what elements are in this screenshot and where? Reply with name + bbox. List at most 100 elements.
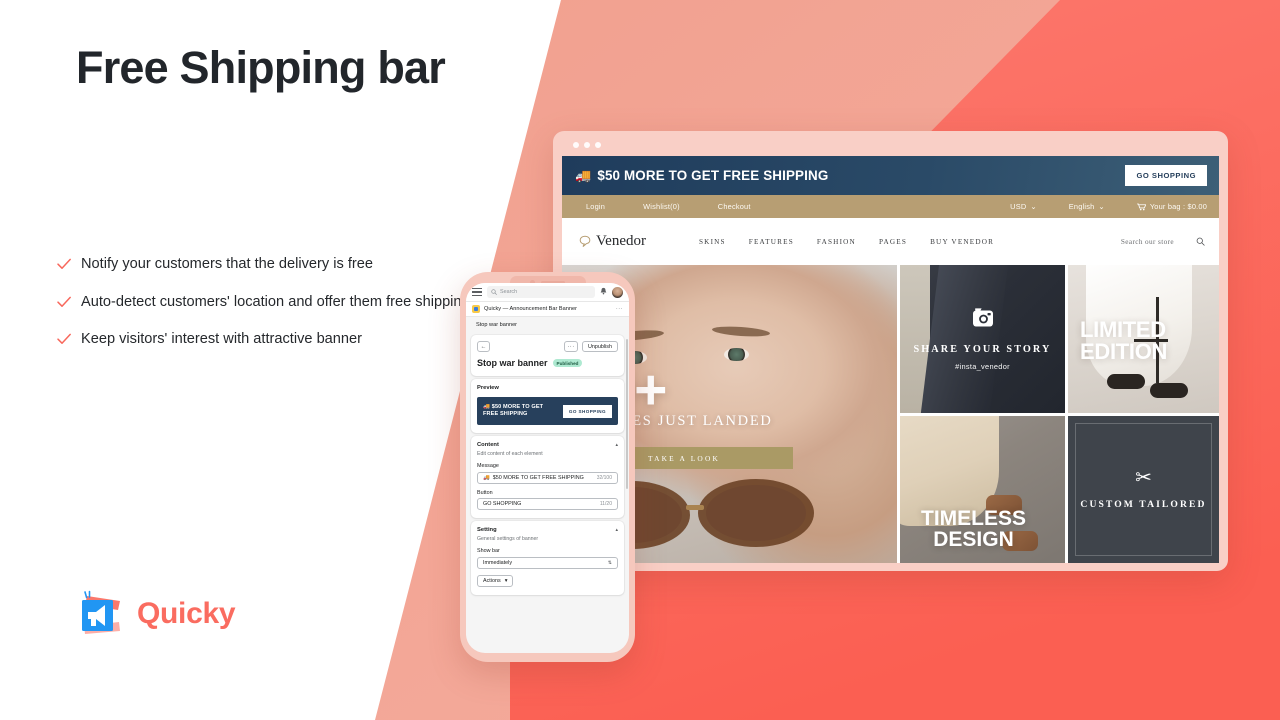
avatar[interactable]: [612, 286, 623, 298]
message-input[interactable]: 🚚 $50 MORE TO GET FREE SHIPPING 32/100: [477, 471, 618, 484]
chevron-down-icon: ⌄: [1098, 202, 1105, 211]
button-field-label: Button: [477, 489, 493, 496]
bell-icon[interactable]: [600, 287, 607, 297]
button-input-value: GO SHOPPING: [483, 501, 522, 507]
store-logo-text: Venedor: [596, 233, 646, 249]
scrollbar[interactable]: [625, 339, 628, 489]
show-bar-label: Show bar: [477, 548, 500, 554]
window-dot[interactable]: [595, 142, 601, 148]
tile-limited-edition[interactable]: LIMITED EDITION: [1068, 265, 1219, 413]
ellipsis-icon[interactable]: ···: [616, 306, 623, 312]
tile-timeless-design[interactable]: TIMELESS DESIGN: [900, 415, 1065, 563]
banner-preview: 🚚 $50 MORE TO GET FREE SHIPPING GO SHOPP…: [477, 397, 618, 425]
content-section-title: Content: [477, 442, 499, 448]
hero-tiles: SHARE YOUR STORY #insta_venedor LIMITED: [900, 265, 1219, 563]
store-menu: SKINS FEATURES FASHION PAGES BUY VENEDOR: [699, 238, 994, 246]
currency-selector[interactable]: USD ⌄: [1010, 202, 1037, 211]
preview-card: Preview 🚚 $50 MORE TO GET FREE SHIPPING …: [471, 379, 624, 433]
tile-title: LIMITED EDITION: [1080, 318, 1168, 365]
chevron-down-icon: ▾: [504, 577, 508, 584]
cart-icon: [1136, 203, 1146, 210]
content-card: Content Edit content of each element ▴ M…: [471, 436, 624, 518]
preview-cta-button[interactable]: GO SHOPPING: [562, 404, 612, 418]
left-content-column: Free Shipping bar Notify your customers …: [0, 0, 520, 720]
unpublish-button[interactable]: Unpublish: [582, 341, 618, 352]
nav-item-pages[interactable]: PAGES: [879, 238, 907, 246]
phone-mockup: Search Quicky — Announcement Bar Banner …: [460, 272, 635, 662]
page-title: Free Shipping bar: [76, 42, 446, 93]
tile-title-line2: EDITION: [1080, 339, 1168, 365]
venedor-mark-icon: [579, 235, 591, 247]
chevron-up-icon[interactable]: ▴: [615, 442, 618, 448]
list-item-label: Keep visitors' interest with attractive …: [81, 331, 363, 348]
nav-item-fashion[interactable]: FASHION: [817, 238, 856, 246]
tile-title: SHARE YOUR STORY: [913, 343, 1052, 355]
phone-screen: Search Quicky — Announcement Bar Banner …: [466, 283, 629, 653]
hero-tiles-row-bottom: TIMELESS DESIGN ✂ CUSTOM TAILORED: [900, 415, 1219, 563]
tile-title-line1: TIMELESS: [921, 506, 1027, 530]
language-selector[interactable]: English ⌄: [1069, 202, 1105, 211]
search-icon[interactable]: [1196, 237, 1205, 246]
brand-name: Quicky: [137, 597, 236, 630]
search-icon: [491, 289, 497, 295]
login-link[interactable]: Login: [586, 202, 605, 211]
cart-summary[interactable]: Your bag : $0.00: [1136, 202, 1207, 211]
page-action-row: ← ··· Unpublish: [477, 341, 618, 352]
breadcrumb[interactable]: Stop war banner: [466, 317, 629, 332]
setting-card: Setting General settings of banner ▴ Sho…: [471, 521, 624, 595]
check-icon: [56, 256, 72, 272]
feature-list: Notify your customers that the delivery …: [56, 254, 476, 367]
store-search-placeholder: Search our store: [1120, 237, 1174, 246]
brand-logo: Quicky: [74, 588, 236, 640]
currency-label: USD: [1010, 202, 1027, 211]
preview-message-text1: $50 MORE TO GET: [491, 404, 544, 411]
setting-section-subtitle: General settings of banner: [477, 536, 539, 542]
list-item-label: Notify your customers that the delivery …: [81, 256, 373, 272]
message-field-label: Message: [477, 463, 499, 469]
wishlist-link[interactable]: Wishlist(0): [643, 202, 680, 211]
list-item-label: Auto-detect customers' location and offe…: [81, 293, 470, 310]
truck-icon: 🚚: [483, 474, 490, 481]
button-char-counter: 11/20: [599, 501, 612, 507]
store-search[interactable]: Search our store: [1121, 237, 1205, 246]
store-logo[interactable]: Venedor: [579, 233, 646, 250]
page-title-row: Stop war banner Published: [477, 358, 618, 368]
checkout-link[interactable]: Checkout: [718, 202, 751, 211]
store-navbar: Venedor SKINS FEATURES FASHION PAGES BUY…: [562, 218, 1219, 265]
quicky-app-icon: [472, 305, 480, 313]
list-item: Keep visitors' interest with attractive …: [56, 329, 476, 350]
check-icon: [56, 331, 72, 347]
status-badge: Published: [552, 359, 583, 367]
back-arrow-icon[interactable]: ←: [477, 341, 490, 352]
nav-item-buy-venedor[interactable]: BUY VENEDOR: [930, 238, 994, 246]
go-shopping-button[interactable]: GO SHOPPING: [1125, 165, 1207, 186]
actions-button-label: Actions: [483, 577, 501, 584]
window-controls[interactable]: [562, 141, 1219, 156]
message-char-counter: 32/100: [596, 474, 612, 481]
scissors-icon: ✂: [1135, 467, 1152, 490]
tile-share-your-story[interactable]: SHARE YOUR STORY #insta_venedor: [900, 265, 1065, 413]
window-dot[interactable]: [584, 142, 590, 148]
announcement-message: 🚚 $50 MORE TO GET FREE SHIPPING: [575, 168, 828, 183]
show-bar-select[interactable]: Immediately ⇅: [477, 556, 618, 569]
nav-item-features[interactable]: FEATURES: [749, 238, 794, 246]
more-actions-button[interactable]: ···: [564, 341, 579, 352]
setting-section-title: Setting: [477, 527, 497, 533]
list-item: Auto-detect customers' location and offe…: [56, 292, 476, 313]
window-dot[interactable]: [573, 142, 579, 148]
hero-tiles-row-top: SHARE YOUR STORY #insta_venedor LIMITED: [900, 265, 1219, 413]
truck-icon: 🚚: [575, 168, 592, 183]
admin-topbar: Search: [466, 283, 629, 302]
nav-item-skins[interactable]: SKINS: [699, 238, 726, 246]
hamburger-icon[interactable]: [472, 287, 482, 297]
preview-label: Preview: [477, 385, 499, 391]
tile-title-line2: DESIGN: [933, 528, 1014, 552]
list-item: Notify your customers that the delivery …: [56, 254, 476, 275]
chevron-up-icon[interactable]: ▴: [615, 527, 618, 533]
browser-mockup: 🚚 $50 MORE TO GET FREE SHIPPING GO SHOPP…: [553, 131, 1228, 571]
tile-custom-tailored[interactable]: ✂ CUSTOM TAILORED: [1068, 415, 1219, 563]
actions-button[interactable]: Actions ▾: [477, 574, 514, 587]
button-input[interactable]: GO SHOPPING 11/20: [477, 498, 618, 510]
search-input[interactable]: Search: [487, 286, 595, 298]
announcement-message-text: $50 MORE TO GET FREE SHIPPING: [597, 168, 829, 183]
